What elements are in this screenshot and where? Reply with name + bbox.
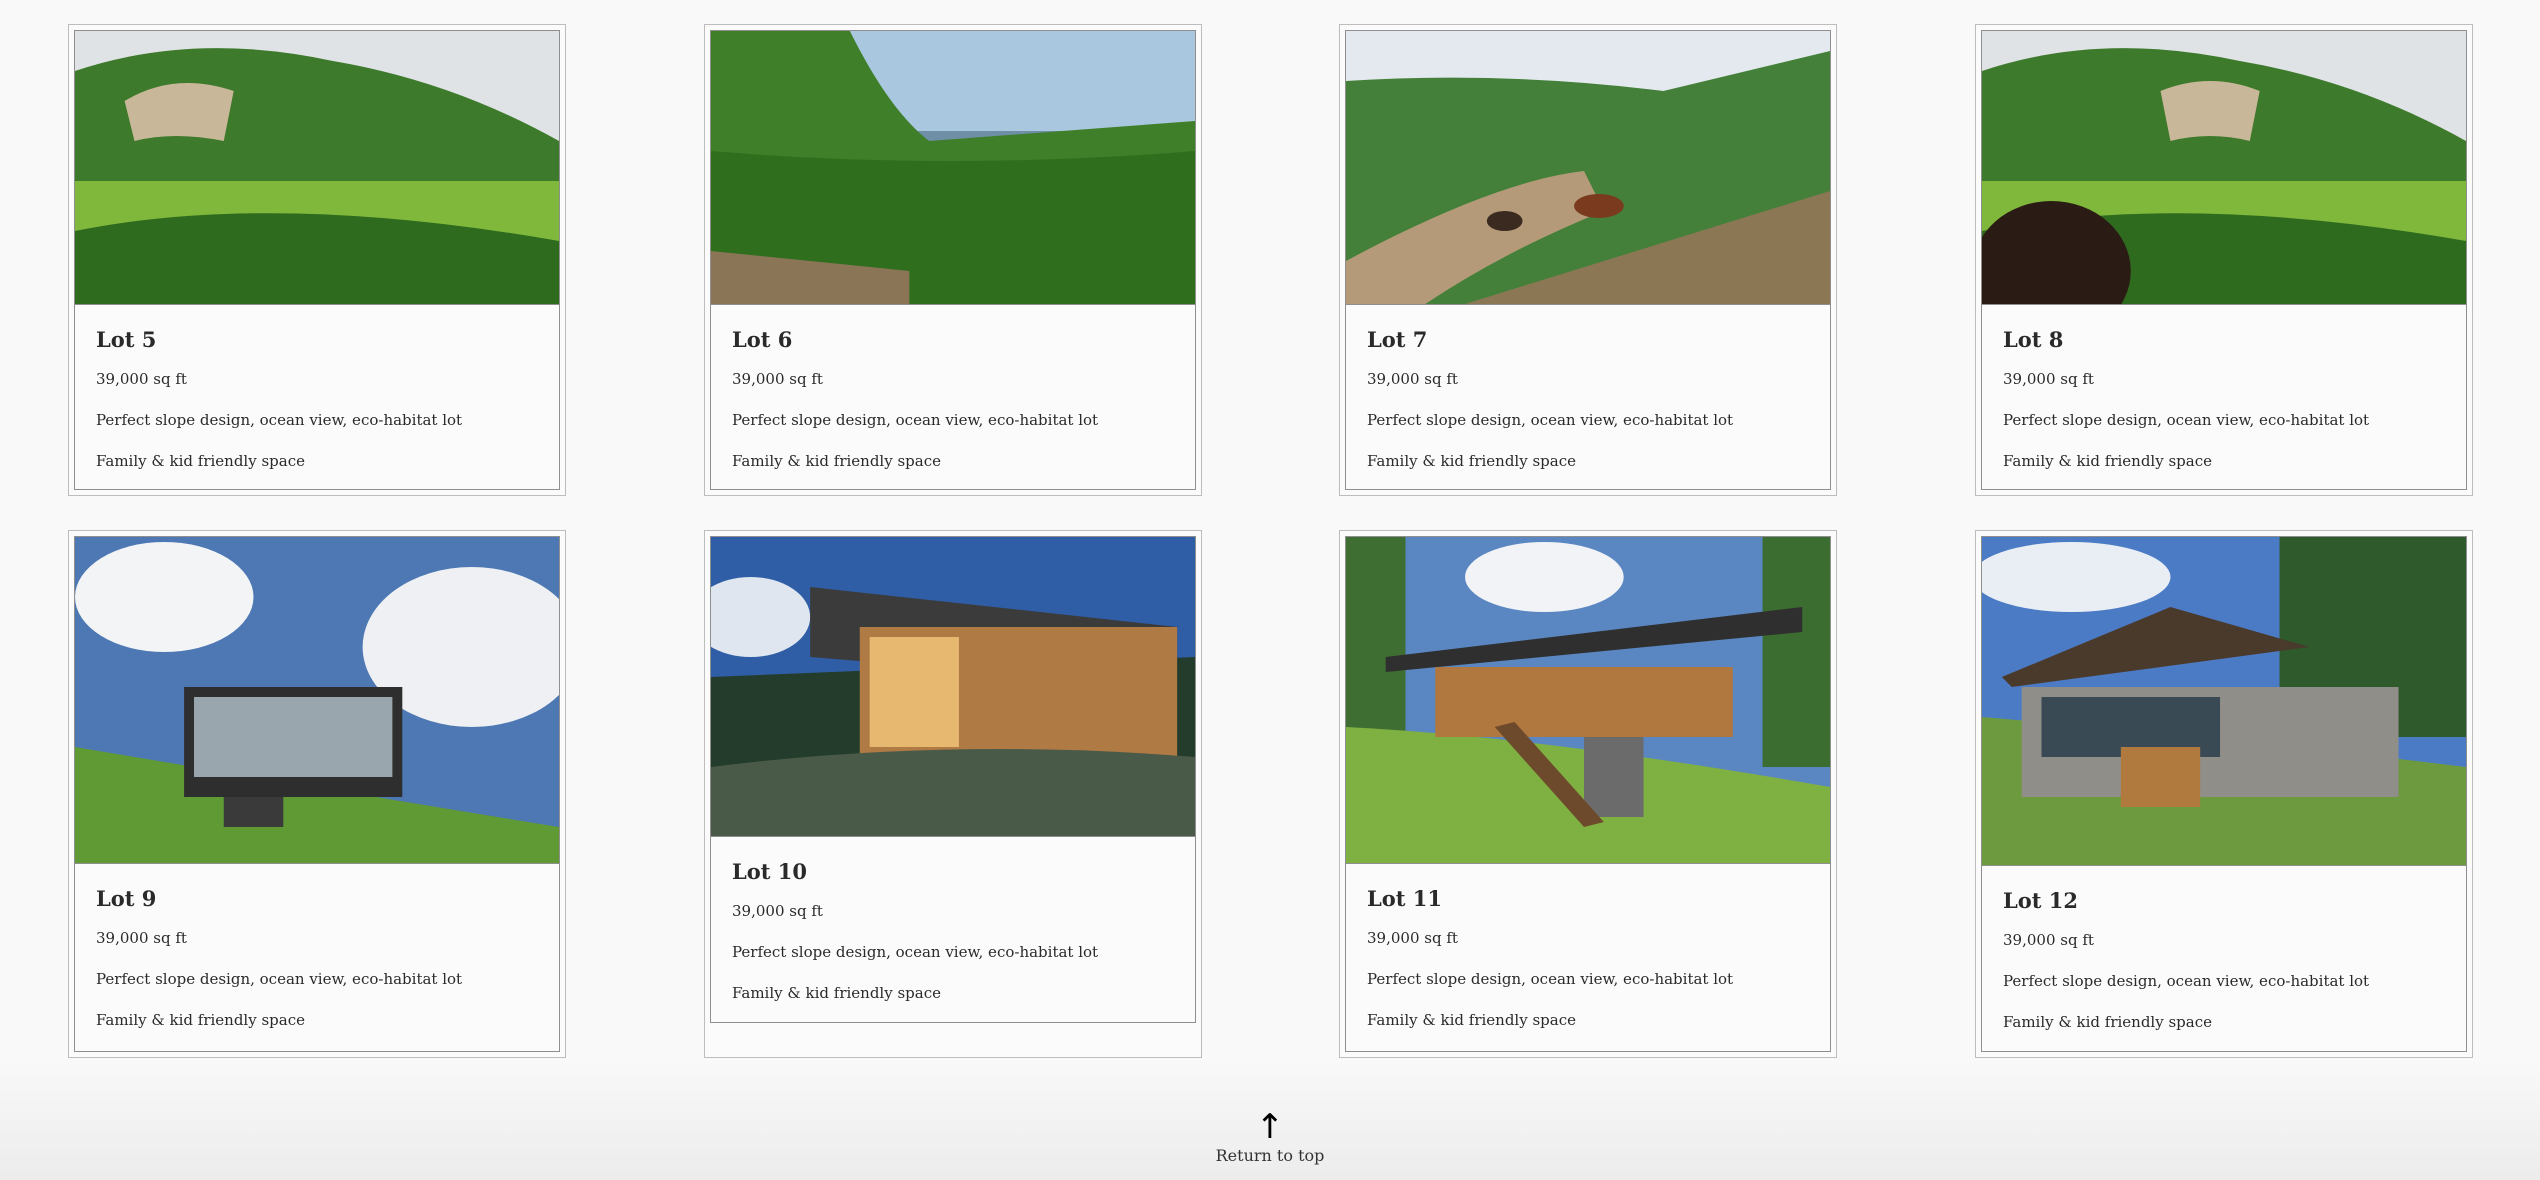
lot-title[interactable]: Lot 8 bbox=[2003, 327, 2445, 353]
lot-size: 39,000 sq ft bbox=[732, 370, 823, 388]
lot-grid: Lot 5 39,000 sq ft Perfect slope design,… bbox=[0, 0, 2540, 1080]
lot-description: Perfect slope design, ocean view, eco-ha… bbox=[1367, 970, 1734, 988]
lot-photo[interactable] bbox=[1982, 537, 2466, 866]
lot-size: 39,000 sq ft bbox=[2003, 931, 2094, 949]
lot-photo[interactable] bbox=[711, 537, 1195, 837]
lot-feature: Family & kid friendly space bbox=[732, 984, 941, 1002]
lot-photo[interactable] bbox=[1982, 31, 2466, 305]
lot-description: Perfect slope design, ocean view, eco-ha… bbox=[2003, 411, 2370, 429]
lot-photo[interactable] bbox=[75, 31, 559, 305]
lot-feature: Family & kid friendly space bbox=[1367, 1011, 1576, 1029]
lot-size: 39,000 sq ft bbox=[732, 902, 823, 920]
lot-description: Perfect slope design, ocean view, eco-ha… bbox=[732, 411, 1099, 429]
lot-feature: Family & kid friendly space bbox=[732, 452, 941, 470]
lot-size: 39,000 sq ft bbox=[96, 370, 187, 388]
lot-description: Perfect slope design, ocean view, eco-ha… bbox=[2003, 972, 2370, 990]
lot-size: 39,000 sq ft bbox=[1367, 929, 1458, 947]
lot-card[interactable]: Lot 12 39,000 sq ft Perfect slope design… bbox=[1975, 530, 2473, 1058]
lot-card[interactable]: Lot 9 39,000 sq ft Perfect slope design,… bbox=[68, 530, 566, 1058]
lot-photo[interactable] bbox=[1346, 31, 1830, 305]
lot-description: Perfect slope design, ocean view, eco-ha… bbox=[1367, 411, 1734, 429]
lot-card[interactable]: Lot 11 39,000 sq ft Perfect slope design… bbox=[1339, 530, 1837, 1058]
lot-photo[interactable] bbox=[75, 537, 559, 864]
return-to-top-label[interactable]: Return to top bbox=[1170, 1146, 1370, 1165]
lot-size: 39,000 sq ft bbox=[96, 929, 187, 947]
lot-title[interactable]: Lot 10 bbox=[732, 859, 1174, 885]
lot-title[interactable]: Lot 5 bbox=[96, 327, 538, 353]
lot-card[interactable]: Lot 7 39,000 sq ft Perfect slope design,… bbox=[1339, 24, 1837, 496]
lot-size: 39,000 sq ft bbox=[2003, 370, 2094, 388]
lot-title[interactable]: Lot 9 bbox=[96, 886, 538, 912]
lot-card[interactable]: Lot 8 39,000 sq ft Perfect slope design,… bbox=[1975, 24, 2473, 496]
lot-photo[interactable] bbox=[1346, 537, 1830, 864]
lot-feature: Family & kid friendly space bbox=[96, 1011, 305, 1029]
lot-title[interactable]: Lot 6 bbox=[732, 327, 1174, 353]
return-to-top-link[interactable]: ↑ Return to top bbox=[1170, 1110, 1370, 1165]
lot-title[interactable]: Lot 11 bbox=[1367, 886, 1809, 912]
lot-card[interactable]: Lot 6 39,000 sq ft Perfect slope design,… bbox=[704, 24, 1202, 496]
lot-description: Perfect slope design, ocean view, eco-ha… bbox=[732, 943, 1099, 961]
lot-card[interactable]: Lot 5 39,000 sq ft Perfect slope design,… bbox=[68, 24, 566, 496]
lot-description: Perfect slope design, ocean view, eco-ha… bbox=[96, 970, 463, 988]
lot-feature: Family & kid friendly space bbox=[1367, 452, 1576, 470]
lot-title[interactable]: Lot 12 bbox=[2003, 888, 2445, 914]
lot-feature: Family & kid friendly space bbox=[2003, 452, 2212, 470]
lot-card[interactable]: Lot 10 39,000 sq ft Perfect slope design… bbox=[704, 530, 1202, 1058]
lot-description: Perfect slope design, ocean view, eco-ha… bbox=[96, 411, 463, 429]
lot-photo[interactable] bbox=[711, 31, 1195, 305]
lot-feature: Family & kid friendly space bbox=[2003, 1013, 2212, 1031]
lot-title[interactable]: Lot 7 bbox=[1367, 327, 1809, 353]
lot-feature: Family & kid friendly space bbox=[96, 452, 305, 470]
up-arrow-icon[interactable]: ↑ bbox=[1170, 1110, 1370, 1144]
lot-size: 39,000 sq ft bbox=[1367, 370, 1458, 388]
